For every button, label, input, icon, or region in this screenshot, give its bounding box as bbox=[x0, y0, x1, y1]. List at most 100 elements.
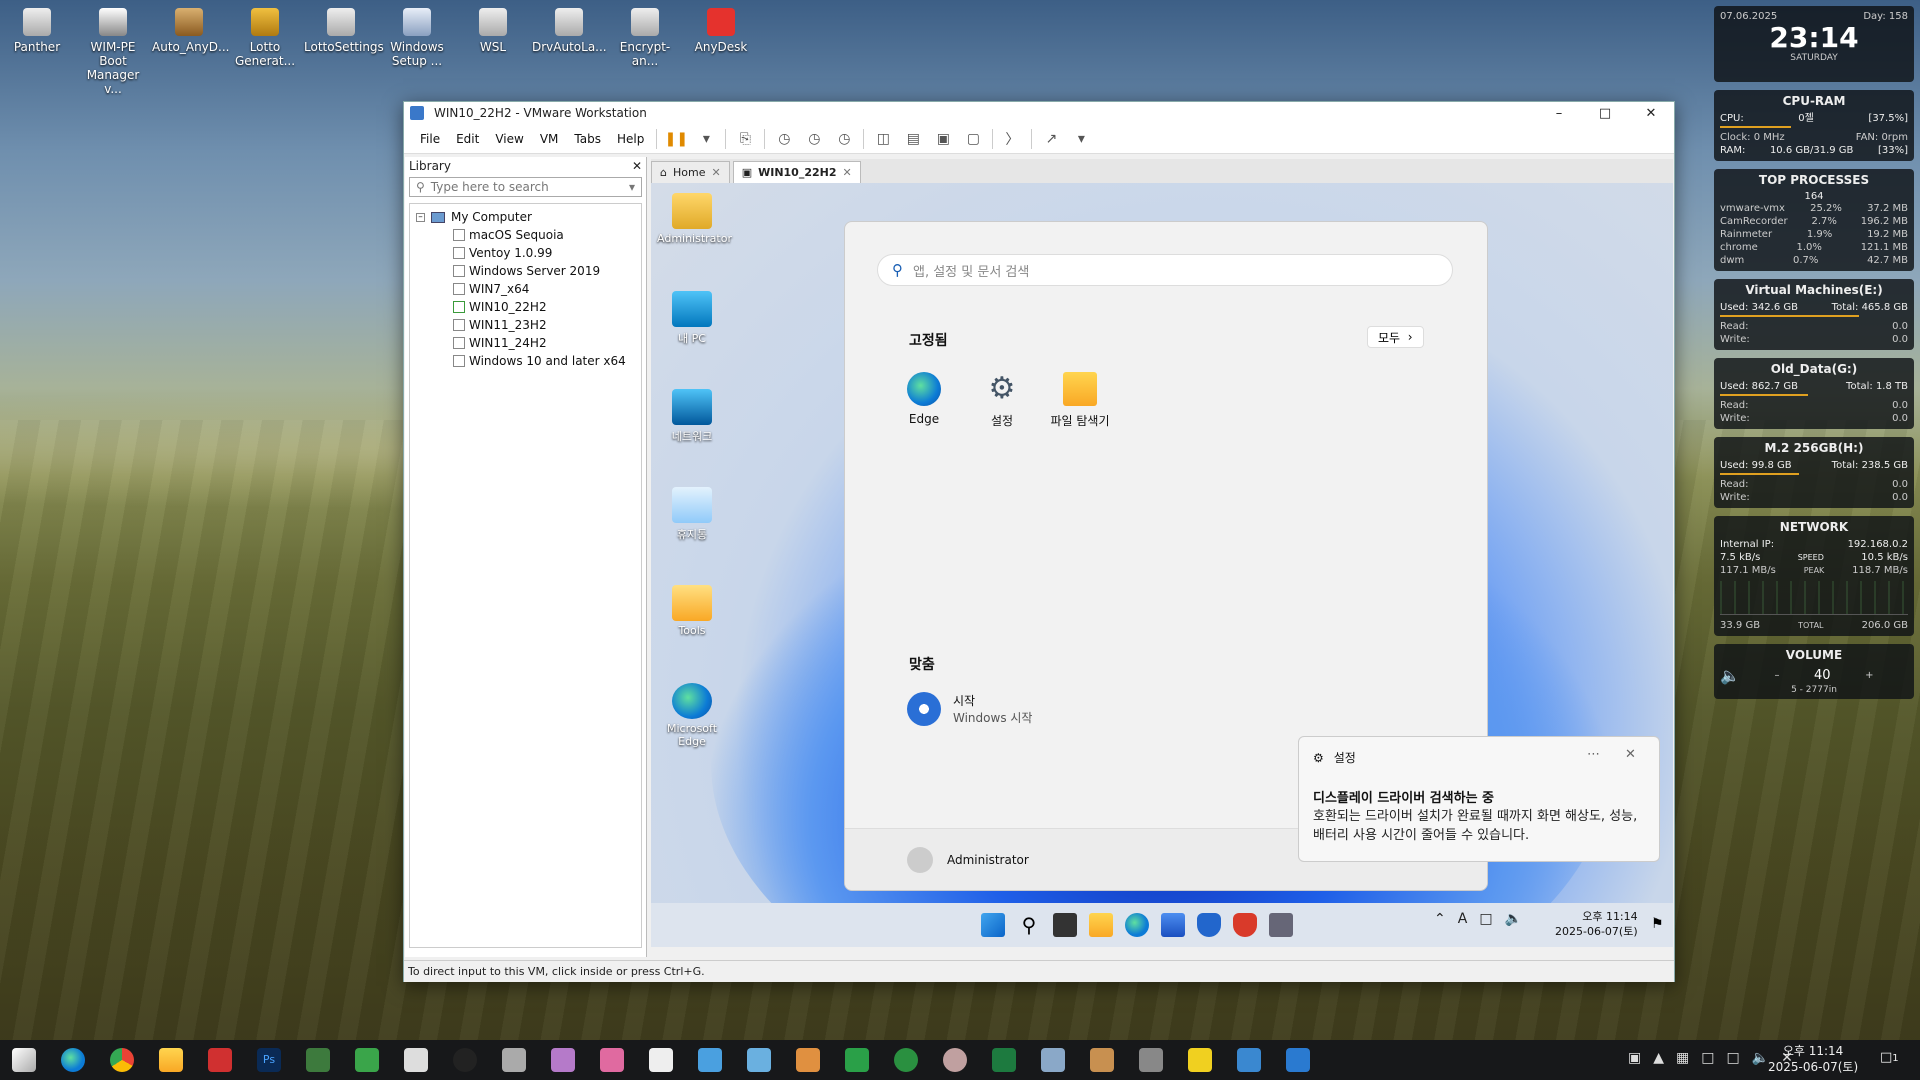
desktop-icon-lotto-generator[interactable]: Lotto Generat... bbox=[228, 6, 302, 68]
windows-start-icon[interactable] bbox=[12, 1048, 36, 1072]
guest-icon-tools[interactable]: Tools bbox=[657, 585, 727, 637]
pause-icon[interactable]: ❚❚ bbox=[664, 129, 688, 149]
user-avatar-icon[interactable] bbox=[907, 846, 933, 873]
shield-icon[interactable] bbox=[1197, 913, 1221, 937]
desktop-icon-wimpe[interactable]: WIM-PE Boot Manager v... bbox=[76, 6, 150, 96]
guest-icon-administrator[interactable]: Administrator bbox=[657, 193, 732, 245]
tray-icon[interactable]: □ bbox=[1701, 1050, 1714, 1066]
tree-item-vm[interactable]: WIN11_24H2 bbox=[410, 334, 641, 352]
chevron-up-icon[interactable]: ⌃ bbox=[1434, 911, 1446, 927]
pinned-edge[interactable]: Edge bbox=[879, 372, 969, 426]
task-view-icon[interactable] bbox=[1053, 913, 1077, 937]
desktop-icon-auto-anyd[interactable]: Auto_AnyD... bbox=[152, 6, 229, 54]
desktop-icon-anydesk[interactable]: AnyDesk bbox=[684, 6, 758, 54]
antivirus-icon[interactable] bbox=[1233, 913, 1257, 937]
guest-icon-network[interactable]: 네트워크 bbox=[657, 389, 727, 444]
recommended-item[interactable]: 시작 Windows 시작 bbox=[907, 692, 1032, 726]
console-view-icon[interactable]: 〉 bbox=[1000, 129, 1024, 149]
host-clock[interactable]: 오후 11:14 2025-06-07(토) bbox=[1768, 1043, 1858, 1075]
app-icon[interactable] bbox=[208, 1048, 232, 1072]
pinned-settings[interactable]: ⚙ 설정 bbox=[957, 372, 1047, 429]
start-icon[interactable] bbox=[981, 913, 1005, 937]
app-icon[interactable] bbox=[355, 1048, 379, 1072]
stretch-guest-icon[interactable]: ↗ bbox=[1039, 129, 1063, 149]
tree-item-vm[interactable]: WIN7_x64 bbox=[410, 280, 641, 298]
tab-home[interactable]: ⌂ Home ✕ bbox=[651, 161, 730, 183]
app-icon[interactable] bbox=[600, 1048, 624, 1072]
input-method-icon[interactable]: A bbox=[1458, 911, 1468, 927]
vmware-icon[interactable] bbox=[1237, 1048, 1261, 1072]
guest-icon-recycle-bin[interactable]: 휴지통 bbox=[657, 487, 727, 542]
edge-icon[interactable] bbox=[1125, 913, 1149, 937]
tab-win10-22h2[interactable]: ▣ WIN10_22H2 ✕ bbox=[732, 161, 861, 183]
tree-item-vm[interactable]: Windows 10 and later x64 bbox=[410, 352, 641, 370]
app-icon[interactable] bbox=[845, 1048, 869, 1072]
tree-item-vm[interactable]: Windows Server 2019 bbox=[410, 262, 641, 280]
user-name[interactable]: Administrator bbox=[947, 853, 1029, 867]
dropdown-arrow-icon[interactable]: ▾ bbox=[1069, 129, 1093, 149]
full-screen-icon[interactable]: ▣ bbox=[931, 129, 955, 149]
folder-icon[interactable] bbox=[159, 1048, 183, 1072]
menu-tabs[interactable]: Tabs bbox=[566, 132, 609, 146]
network-icon[interactable]: □ bbox=[1726, 1050, 1739, 1066]
tree-item-vm[interactable]: WIN11_23H2 bbox=[410, 316, 641, 334]
start-search-input[interactable]: ⚲ 앱, 설정 및 문서 검색 bbox=[877, 254, 1453, 286]
app-icon[interactable] bbox=[1139, 1048, 1163, 1072]
app-icon[interactable] bbox=[306, 1048, 330, 1072]
guest-screen[interactable]: Administrator 내 PC 네트워크 휴지통 Tools Micros… bbox=[651, 183, 1673, 903]
all-apps-button[interactable]: 모두 › bbox=[1367, 326, 1424, 348]
desktop-icon-drvautola[interactable]: DrvAutoLa... bbox=[532, 6, 607, 54]
folder-icon[interactable] bbox=[1089, 913, 1113, 937]
app-icon[interactable] bbox=[894, 1048, 918, 1072]
pinned-file-explorer[interactable]: 파일 탐색기 bbox=[1035, 372, 1125, 429]
title-bar[interactable]: WIN10_22H2 - VMware Workstation – □ ✕ bbox=[404, 102, 1674, 124]
tree-item-vm-running[interactable]: WIN10_22H2 bbox=[410, 298, 641, 316]
guest-clock[interactable]: 오후 11:14 2025-06-07(토) bbox=[1555, 909, 1638, 939]
desktop-icon-windows-setup[interactable]: Windows Setup ... bbox=[380, 6, 454, 68]
guest-icon-this-pc[interactable]: 내 PC bbox=[657, 291, 727, 346]
desktop-icon-panther[interactable]: Panther bbox=[0, 6, 74, 54]
desktop-icon-lotto-settings[interactable]: LottoSettings bbox=[304, 6, 384, 54]
notification-bell-icon[interactable]: ⚑ bbox=[1651, 916, 1664, 932]
volume-icon[interactable]: 🔈 bbox=[1752, 1050, 1769, 1066]
snapshot-icon[interactable]: ◷ bbox=[772, 129, 796, 149]
dropdown-arrow-icon[interactable]: ▾ bbox=[694, 129, 718, 149]
close-tab-icon[interactable]: ✕ bbox=[843, 166, 852, 179]
minimize-button[interactable]: – bbox=[1536, 106, 1582, 121]
show-library-icon[interactable]: ◫ bbox=[871, 129, 895, 149]
close-icon[interactable]: ✕ bbox=[1625, 747, 1636, 762]
tree-item-vm[interactable]: macOS Sequoia bbox=[410, 226, 641, 244]
vmware-window[interactable]: WIN10_22H2 - VMware Workstation – □ ✕ Fi… bbox=[403, 101, 1675, 982]
app-icon[interactable] bbox=[404, 1048, 428, 1072]
notification-button[interactable]: □1 bbox=[1880, 1050, 1899, 1065]
speaker-icon[interactable]: 🔈 bbox=[1720, 666, 1740, 685]
excel-icon[interactable] bbox=[992, 1048, 1016, 1072]
menu-edit[interactable]: Edit bbox=[448, 132, 487, 146]
library-close-icon[interactable]: ✕ bbox=[632, 159, 642, 173]
revert-snapshot-icon[interactable]: ◷ bbox=[802, 129, 826, 149]
network-icon[interactable]: □ bbox=[1479, 911, 1492, 927]
app-icon[interactable] bbox=[796, 1048, 820, 1072]
remote-desktop-icon[interactable] bbox=[1269, 913, 1293, 937]
thumbnail-bar-icon[interactable]: ▤ bbox=[901, 129, 925, 149]
more-options-icon[interactable]: ⋯ bbox=[1587, 747, 1600, 762]
app-icon[interactable] bbox=[943, 1048, 967, 1072]
maximize-button[interactable]: □ bbox=[1582, 106, 1628, 121]
app-icon[interactable] bbox=[551, 1048, 575, 1072]
app-icon[interactable] bbox=[1286, 1048, 1310, 1072]
app-icon[interactable] bbox=[453, 1048, 477, 1072]
desktop-icon-wsl[interactable]: WSL bbox=[456, 6, 530, 54]
volume-down-icon[interactable]: – bbox=[1774, 670, 1779, 681]
app-icon[interactable] bbox=[747, 1048, 771, 1072]
app-icon[interactable] bbox=[649, 1048, 673, 1072]
close-tab-icon[interactable]: ✕ bbox=[711, 166, 720, 179]
menu-view[interactable]: View bbox=[487, 132, 531, 146]
tray-icon[interactable]: ▣ bbox=[1628, 1050, 1641, 1066]
photoshop-icon[interactable]: Ps bbox=[257, 1048, 281, 1072]
tray-icon[interactable]: ▲ bbox=[1653, 1050, 1664, 1066]
unity-icon[interactable]: ▢ bbox=[961, 129, 985, 149]
notification-toast[interactable]: ⚙ 설정 ⋯ ✕ 디스플레이 드라이버 검색하는 중 호환되는 드라이버 설치가… bbox=[1298, 736, 1660, 862]
tray-icon[interactable]: ▦ bbox=[1676, 1050, 1689, 1066]
app-icon[interactable] bbox=[1041, 1048, 1065, 1072]
tree-root-my-computer[interactable]: – My Computer bbox=[410, 208, 641, 226]
